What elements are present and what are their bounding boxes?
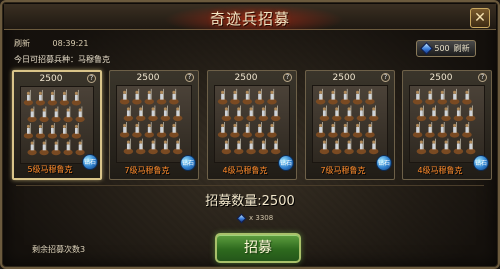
diamond-badge-icon: 钻石 [180, 155, 196, 171]
unit-card-list: 2500 ? 5级马穆鲁克 钻石 2500 ? 7级马穆鲁克 钻石 2500 ?… [12, 70, 492, 180]
unit-card[interactable]: 2500 ? 4级马穆鲁克 钻石 [402, 70, 492, 180]
recruit-cost-line: x 3308 [236, 213, 274, 223]
unit-card-cost: 2500 [234, 73, 258, 83]
help-icon[interactable]: ? [87, 74, 96, 83]
recruit-dialog: 奇迹兵招募 ✕ 刷新 08:39:21 今日可招募兵种：马穆鲁克 500 刷新 … [0, 0, 500, 269]
recruit-button[interactable]: 招募 [215, 233, 301, 263]
unit-card-cost: 2500 [332, 73, 356, 83]
recruit-count-text: 招募数量:2500 [205, 194, 295, 209]
unit-card[interactable]: 2500 ? 5级马穆鲁克 钻石 [12, 70, 102, 180]
help-icon[interactable]: ? [283, 73, 292, 82]
recruit-cost-value: x 3308 [249, 214, 274, 222]
cavalry-troop-icon [20, 86, 94, 164]
refresh-button[interactable]: 500 刷新 [416, 40, 476, 57]
unit-card[interactable]: 2500 ? 7级马穆鲁克 钻石 [305, 70, 395, 180]
divider [16, 185, 484, 186]
diamond-badge-icon: 钻石 [376, 155, 392, 171]
close-button[interactable]: ✕ [470, 8, 490, 28]
unit-card-cost: 2500 [39, 74, 63, 84]
help-icon[interactable]: ? [478, 73, 487, 82]
cavalry-troop-icon [214, 85, 290, 163]
cavalry-troop-icon [116, 85, 192, 163]
title-bar: 奇迹兵招募 ✕ [4, 4, 496, 30]
diamond-badge-icon: 钻石 [278, 155, 294, 171]
help-icon[interactable]: ? [185, 73, 194, 82]
unit-card-name: 4级马穆鲁克 [417, 166, 463, 175]
dialog-title: 奇迹兵招募 [209, 10, 290, 28]
diamond-badge-icon: 钻石 [473, 155, 489, 171]
unit-card[interactable]: 2500 ? 7级马穆鲁克 钻石 [109, 70, 199, 180]
refresh-timer: 08:39:21 [52, 39, 89, 48]
unit-card-name: 7级马穆鲁克 [320, 166, 366, 175]
unit-card-cost: 2500 [429, 73, 453, 83]
unit-card-name: 4级马穆鲁克 [222, 166, 268, 175]
cavalry-troop-icon [409, 85, 485, 163]
refresh-label: 刷新 [14, 39, 30, 48]
refresh-cost: 500 [434, 44, 450, 53]
unit-card-name: 7级马穆鲁克 [124, 166, 170, 175]
unit-card[interactable]: 2500 ? 4级马穆鲁克 钻石 [207, 70, 297, 180]
gem-icon [420, 42, 434, 55]
unit-card-cost: 2500 [136, 73, 160, 83]
remaining-recruits-text: 剩余招募次数3 [32, 245, 86, 254]
unit-card-name: 5级马穆鲁克 [27, 165, 73, 174]
help-icon[interactable]: ? [381, 73, 390, 82]
diamond-badge-icon: 钻石 [82, 154, 98, 170]
close-icon: ✕ [474, 10, 486, 26]
cavalry-troop-icon [312, 85, 388, 163]
refresh-button-label: 刷新 [453, 44, 470, 53]
today-recruitable-text: 今日可招募兵种：马穆鲁克 [14, 55, 110, 64]
gem-icon [236, 213, 247, 223]
refresh-timer-row: 刷新 08:39:21 [14, 38, 108, 49]
